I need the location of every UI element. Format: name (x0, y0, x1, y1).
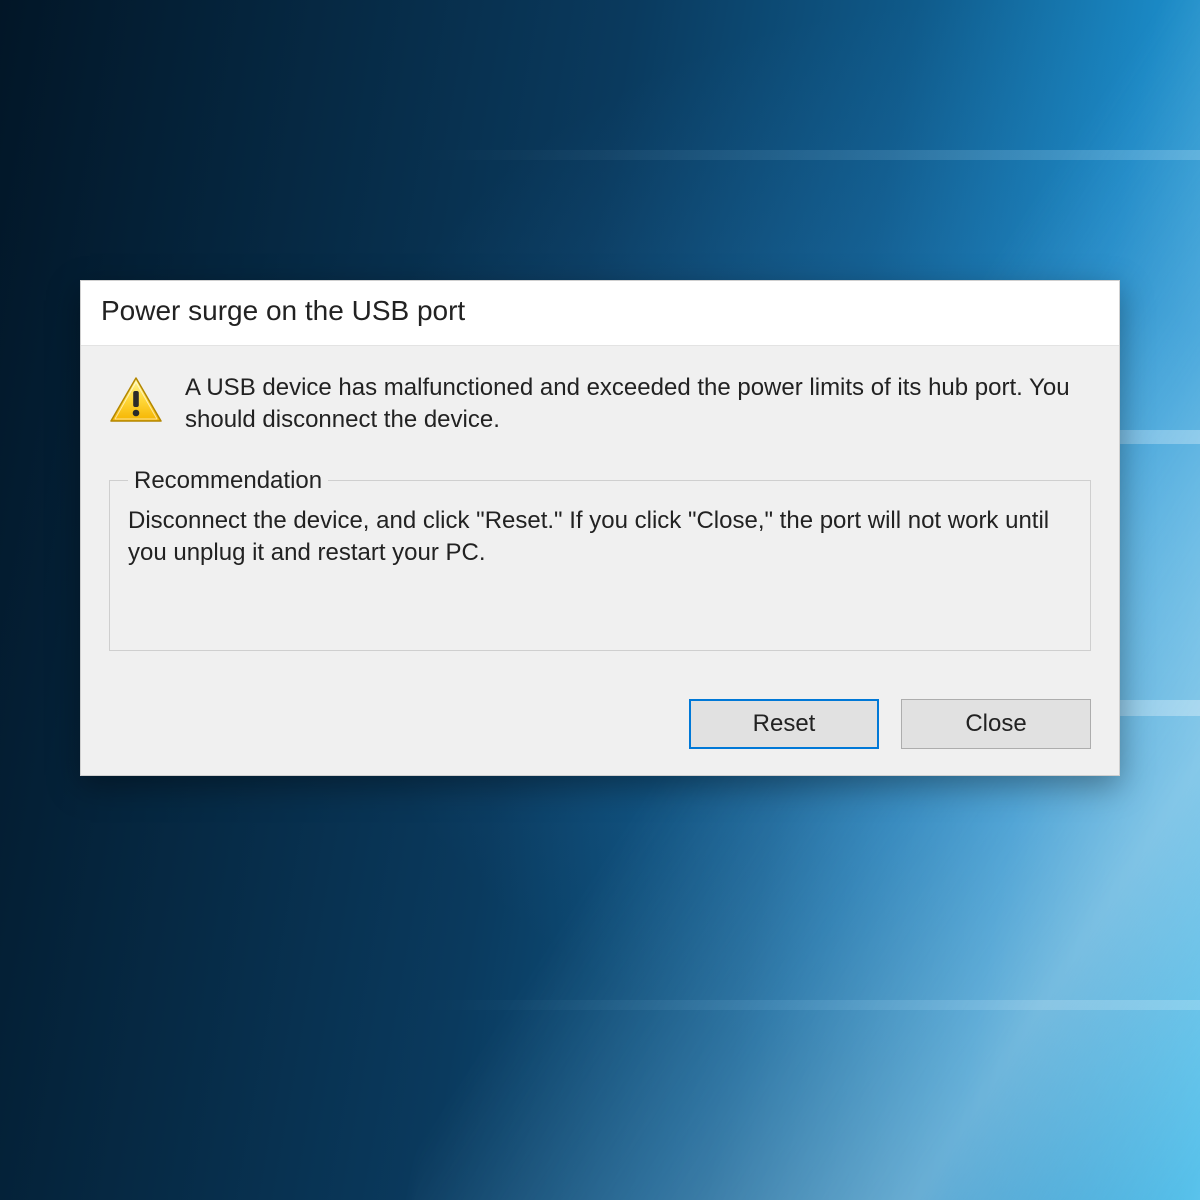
recommendation-group: Recommendation Disconnect the device, an… (109, 467, 1091, 651)
close-button[interactable]: Close (901, 699, 1091, 749)
warning-icon (109, 376, 163, 424)
dialog-message: A USB device has malfunctioned and excee… (185, 372, 1091, 437)
dialog-title: Power surge on the USB port (81, 281, 1119, 345)
recommendation-text: Disconnect the device, and click "Reset.… (128, 505, 1072, 570)
recommendation-label: Recommendation (128, 467, 328, 495)
dialog-button-row: Reset Close (109, 699, 1091, 755)
desktop-wallpaper: Power surge on the USB port (0, 0, 1200, 1200)
reset-button[interactable]: Reset (689, 699, 879, 749)
usb-power-surge-dialog: Power surge on the USB port (80, 280, 1120, 776)
dialog-message-row: A USB device has malfunctioned and excee… (109, 372, 1091, 437)
dialog-body: A USB device has malfunctioned and excee… (81, 345, 1119, 775)
